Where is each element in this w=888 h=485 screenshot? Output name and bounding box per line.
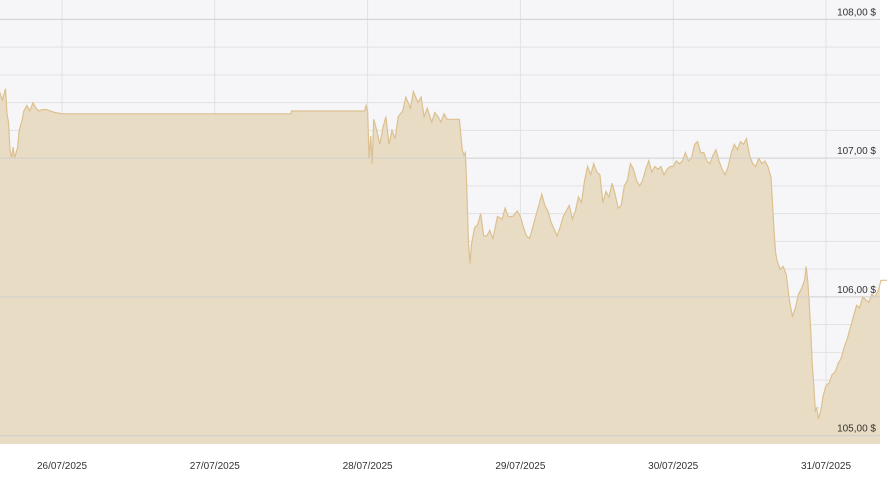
x-tick-label: 29/07/2025 xyxy=(495,461,545,472)
y-tick-label: 106,00 $ xyxy=(837,285,876,296)
x-axis-labels: 26/07/2025 27/07/2025 28/07/2025 29/07/2025… xyxy=(37,461,851,472)
y-tick-label: 107,00 $ xyxy=(837,146,876,157)
x-tick-label: 30/07/2025 xyxy=(648,461,698,472)
price-area-chart: 108,00 $ 107,00 $ 106,00 $ 105,00 $ 26/07/2… xyxy=(0,0,888,472)
x-tick-label: 28/07/2025 xyxy=(343,461,393,472)
y-tick-label: 108,00 $ xyxy=(837,7,876,18)
y-tick-label: 105,00 $ xyxy=(837,424,876,435)
x-tick-label: 31/07/2025 xyxy=(801,461,851,472)
x-tick-label: 27/07/2025 xyxy=(190,461,240,472)
x-tick-label: 26/07/2025 xyxy=(37,461,87,472)
